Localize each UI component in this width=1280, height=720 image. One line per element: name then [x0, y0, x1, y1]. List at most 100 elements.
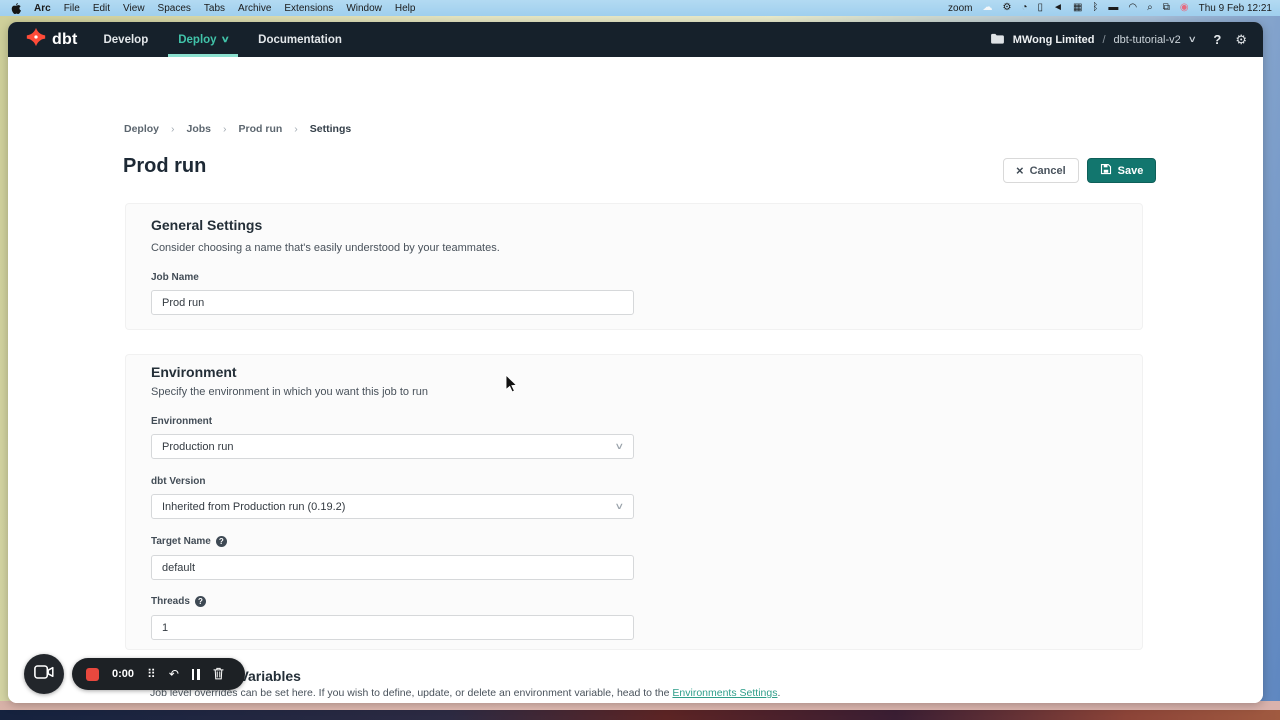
target-name-help-icon[interactable]: ? — [216, 536, 227, 547]
environment-variables-description: Job level overrides can be set here. If … — [150, 687, 780, 699]
recording-toolbar: 0:00 ⠿ ↶ — [72, 658, 245, 690]
menu-extensions[interactable]: Extensions — [284, 3, 333, 14]
battery-icon[interactable]: ▬ — [1108, 0, 1118, 16]
general-settings-heading: General Settings — [151, 217, 262, 233]
breadcrumb-settings: Settings — [310, 123, 351, 135]
menu-archive[interactable]: Archive — [238, 3, 271, 14]
menu-app-name[interactable]: Arc — [34, 3, 51, 14]
menu-tabs[interactable]: Tabs — [204, 3, 225, 14]
close-icon: × — [1016, 163, 1024, 178]
spotlight-search-icon[interactable]: ⌕ — [1147, 0, 1153, 16]
save-button[interactable]: Save — [1087, 158, 1157, 183]
envvars-description-suffix: . — [777, 687, 780, 699]
dbt-version-select-value: Inherited from Production run (0.19.2) — [162, 501, 345, 513]
environment-select-value: Production run — [162, 441, 234, 453]
bluetooth-icon[interactable]: ᛒ — [1092, 0, 1098, 16]
nav-item-documentation-label: Documentation — [258, 34, 342, 46]
menu-spaces[interactable]: Spaces — [158, 3, 191, 14]
nav-item-deploy[interactable]: Deploy ∨ — [178, 22, 228, 57]
folder-icon — [990, 31, 1005, 49]
camera-toggle-button[interactable] — [24, 654, 64, 694]
help-icon[interactable]: ? — [1213, 32, 1221, 47]
menu-help[interactable]: Help — [395, 3, 416, 14]
apple-icon[interactable] — [10, 2, 21, 15]
cancel-button-label: Cancel — [1030, 165, 1066, 177]
volume-icon[interactable]: ◄ — [1053, 0, 1063, 16]
menubar-clock[interactable]: Thu 9 Feb 12:21 — [1199, 3, 1272, 14]
environment-section: Environment Specify the environment in w… — [125, 354, 1143, 650]
macos-menubar: Arc File Edit View Spaces Tabs Archive E… — [0, 0, 1280, 16]
display-icon[interactable]: ⧉ — [1163, 0, 1170, 16]
settings-gear-icon[interactable]: ⚙ — [1235, 32, 1247, 48]
menu-edit[interactable]: Edit — [93, 3, 110, 14]
undo-icon[interactable]: ↶ — [169, 668, 179, 680]
general-settings-section: General Settings Consider choosing a nam… — [125, 203, 1143, 330]
environment-heading: Environment — [151, 364, 237, 380]
floppy-save-icon — [1100, 163, 1112, 178]
target-name-label: Target Name ? — [151, 536, 227, 547]
breadcrumb-deploy[interactable]: Deploy — [124, 123, 159, 135]
menu-view[interactable]: View — [123, 3, 145, 14]
chevron-down-icon: ∨ — [615, 441, 625, 452]
breadcrumb-prod-run[interactable]: Prod run — [239, 123, 283, 135]
recording-timer: 0:00 — [112, 668, 134, 680]
wifi-icon[interactable]: ◠ — [1128, 0, 1137, 16]
chevron-down-icon: ∨ — [220, 34, 229, 45]
browser-window: dbt Develop Deploy ∨ Documentation MWong… — [8, 22, 1263, 703]
account-separator: / — [1102, 34, 1105, 46]
threads-input[interactable] — [151, 615, 634, 640]
video-camera-icon — [34, 665, 54, 684]
nav-items: Develop Deploy ∨ Documentation — [103, 22, 341, 57]
tools-grid-icon[interactable]: ⠿ — [147, 668, 156, 680]
breadcrumb-separator-icon: › — [294, 123, 298, 135]
cancel-button[interactable]: × Cancel — [1003, 158, 1079, 183]
pause-icon[interactable] — [192, 669, 200, 680]
job-name-input[interactable] — [151, 290, 634, 315]
nav-item-deploy-label: Deploy — [178, 34, 216, 46]
nav-account-area: MWong Limited / dbt-tutorial-v2 ∨ ? ⚙ — [990, 31, 1263, 49]
chevron-down-icon: ∨ — [615, 501, 625, 512]
chevron-down-icon[interactable]: ∨ — [1187, 34, 1196, 45]
job-settings-page: Deploy › Jobs › Prod run › Settings Prod… — [8, 57, 1263, 703]
threads-label: Threads ? — [151, 596, 206, 607]
breadcrumb-separator-icon: › — [223, 123, 227, 135]
target-name-label-text: Target Name — [151, 536, 211, 547]
dbt-brand[interactable]: dbt — [8, 27, 103, 52]
zoom-menu-item[interactable]: zoom — [948, 3, 972, 14]
dbt-version-select[interactable]: Inherited from Production run (0.19.2) ∨ — [151, 494, 634, 519]
menubar-status-area: zoom ☁ ⚙ ◔ ▯ ◄ ▦ ᛒ ▬ ◠ ⌕ ⧉ ◉ Thu 9 Feb 1… — [948, 0, 1280, 16]
nav-item-develop[interactable]: Develop — [103, 22, 148, 57]
environments-settings-link[interactable]: Environments Settings — [672, 687, 777, 699]
breadcrumb: Deploy › Jobs › Prod run › Settings — [124, 123, 351, 135]
environment-description: Specify the environment in which you wan… — [151, 386, 428, 398]
account-name[interactable]: MWong Limited — [1013, 34, 1095, 46]
gear-status-icon[interactable]: ⚙ — [1003, 0, 1012, 16]
threads-help-icon[interactable]: ? — [195, 596, 206, 607]
environment-select[interactable]: Production run ∨ — [151, 434, 634, 459]
job-name-label: Job Name — [151, 272, 199, 283]
nav-item-develop-label: Develop — [103, 34, 148, 46]
nav-item-documentation[interactable]: Documentation — [258, 22, 342, 57]
trash-icon[interactable] — [213, 667, 224, 682]
save-button-label: Save — [1118, 165, 1144, 177]
device-icon[interactable]: ▯ — [1038, 0, 1044, 16]
breadcrumb-jobs[interactable]: Jobs — [187, 123, 212, 135]
target-name-input[interactable] — [151, 555, 634, 580]
dbt-brand-name: dbt — [52, 31, 77, 49]
wallpaper-bottom-edge — [0, 710, 1280, 720]
dbt-version-label: dbt Version — [151, 476, 205, 487]
general-settings-description: Consider choosing a name that's easily u… — [151, 242, 500, 254]
clock-status-icon[interactable]: ◔ — [1021, 0, 1027, 16]
recording-indicator-icon[interactable]: ◉ — [1180, 0, 1189, 16]
menu-file[interactable]: File — [64, 3, 80, 14]
dbt-logo-icon — [26, 27, 46, 52]
page-actions: × Cancel Save — [1003, 158, 1156, 183]
calendar-icon[interactable]: ▦ — [1073, 0, 1082, 16]
menubar-menus: Arc File Edit View Spaces Tabs Archive E… — [0, 2, 415, 15]
dbt-top-nav: dbt Develop Deploy ∨ Documentation MWong… — [8, 22, 1263, 57]
stop-recording-button[interactable] — [86, 668, 99, 681]
page-title: Prod run — [123, 155, 206, 178]
menu-window[interactable]: Window — [346, 3, 382, 14]
cloud-icon[interactable]: ☁ — [983, 0, 993, 16]
project-selector[interactable]: dbt-tutorial-v2 — [1114, 34, 1181, 46]
